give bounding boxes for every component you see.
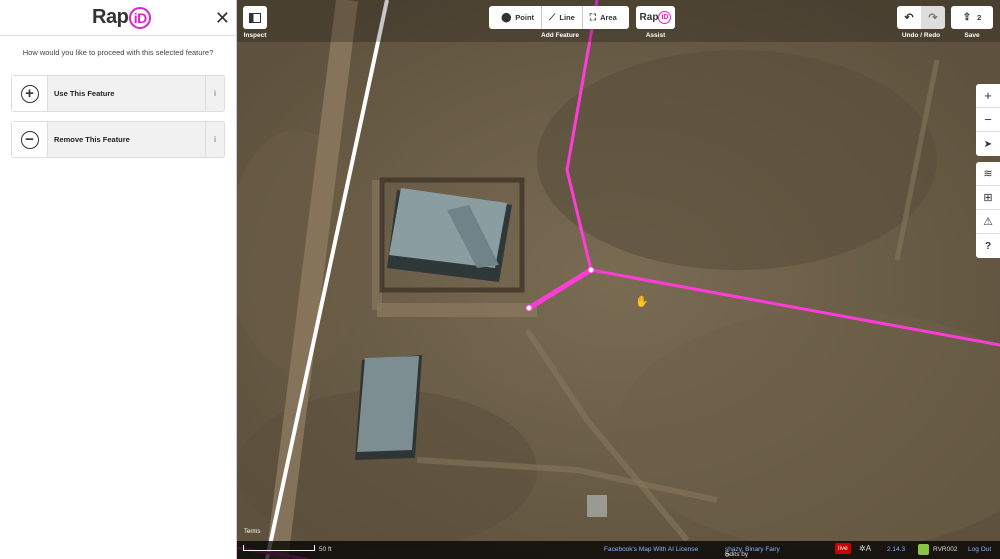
version-link[interactable]: 2.14.3 — [887, 546, 905, 553]
edits-by-label: Edits by — [725, 551, 749, 558]
help-icon[interactable]: ? — [985, 241, 991, 252]
save-count[interactable]: 2 — [977, 13, 981, 22]
save-button[interactable]: ⇪ 2 — [951, 6, 993, 29]
inspect-button[interactable] — [243, 6, 267, 29]
remove-feature-label[interactable]: Remove This Feature — [48, 122, 205, 157]
scale-label[interactable]: 50 ft — [319, 546, 332, 553]
point-icon[interactable]: ⬤ — [501, 12, 511, 23]
bug-icon[interactable]: ✲A — [859, 544, 871, 553]
assist-logo-text[interactable]: Rap — [640, 12, 659, 23]
close-button[interactable]: ✕ — [215, 9, 230, 27]
scale-bar[interactable] — [243, 545, 315, 551]
info-icon[interactable]: i — [205, 122, 224, 157]
remove-feature-button[interactable]: − Remove This Feature i — [11, 121, 225, 158]
satellite-imagery[interactable]: ✋ — [237, 0, 1000, 559]
map-data-icon[interactable]: ⊞ — [983, 191, 992, 204]
locate-arrow-icon[interactable]: ➤ — [984, 139, 992, 150]
add-area-button[interactable]: ⛶ Area — [583, 6, 624, 29]
minus-circle-icon[interactable]: − — [20, 130, 39, 149]
plus-circle-icon[interactable]: + — [20, 84, 39, 103]
warning-icon[interactable]: ⚠ — [983, 215, 993, 228]
add-line-button[interactable]: ⟋ Line — [542, 6, 583, 29]
info-icon[interactable]: i — [205, 76, 224, 111]
issues-button[interactable]: ⚠ — [976, 210, 1000, 234]
rapid-logo: Rap iD — [92, 6, 152, 29]
layers-icon[interactable]: ≋ — [983, 167, 992, 180]
edits-prefix-text: ⟳ Edits by shazy, Binary Fairy — [725, 546, 780, 559]
area-label[interactable]: Area — [600, 13, 617, 22]
logo-id-badge: iD — [129, 6, 152, 29]
close-icon[interactable]: ✕ — [215, 8, 230, 28]
remove-feature-icon-box[interactable]: − — [12, 122, 48, 157]
area-icon[interactable]: ⛶ — [590, 12, 596, 23]
upload-icon[interactable]: ⇪ — [963, 12, 971, 23]
version-text[interactable]: 2.14.3 — [887, 546, 905, 553]
logo-text: Rap — [92, 6, 129, 28]
proceed-prompt: How would you like to proceed with this … — [22, 48, 214, 57]
inspect-label: Inspect — [243, 32, 267, 39]
hand-cursor-icon: ✋ — [635, 295, 649, 308]
undo-icon[interactable]: ↶ — [904, 11, 913, 24]
add-feature-group: ⬤ Point ⟋ Line ⛶ Area — [489, 6, 629, 29]
live-badge: live — [835, 543, 851, 554]
undo-redo-label: Undo / Redo — [901, 32, 941, 39]
help-button[interactable]: ? — [976, 234, 1000, 258]
use-feature-icon-box[interactable]: + — [12, 76, 48, 111]
map-data-button[interactable]: ⊞ — [976, 186, 1000, 210]
background-button[interactable]: ≋ — [976, 162, 1000, 186]
assist-label: Assist — [645, 32, 666, 39]
map-nav-controls: + − ➤ — [976, 84, 1000, 156]
assist-logo-id[interactable]: iD — [658, 11, 672, 24]
point-label[interactable]: Point — [515, 13, 534, 22]
geolocate-button[interactable]: ➤ — [976, 132, 1000, 156]
use-feature-label[interactable]: Use This Feature — [48, 76, 205, 111]
undo-button[interactable]: ↶ — [897, 6, 921, 29]
user-avatar[interactable] — [918, 544, 929, 555]
logout-link[interactable]: Log Out — [968, 546, 991, 553]
sidebar-header: Rap iD ✕ — [0, 0, 236, 36]
map-footer: 50 ft Facebook's Map With AI License ⟳ E… — [237, 541, 1000, 559]
save-label: Save — [964, 32, 980, 39]
zoom-out-button[interactable]: − — [976, 108, 1000, 132]
license-link[interactable]: Facebook's Map With AI License — [604, 546, 698, 553]
map-canvas[interactable]: ✋ — [237, 0, 1000, 559]
assist-button[interactable]: Rap iD — [636, 6, 675, 29]
username[interactable]: RVR002 — [933, 546, 957, 553]
line-icon[interactable]: ⟋ — [549, 12, 555, 23]
map-panel-controls: ≋ ⊞ ⚠ ? — [976, 162, 1000, 258]
sidebar: Rap iD ✕ How would you like to proceed wi… — [0, 0, 237, 559]
add-feature-label: Add Feature — [541, 32, 579, 39]
use-feature-button[interactable]: + Use This Feature i — [11, 75, 225, 112]
redo-icon[interactable]: ↷ — [928, 11, 937, 24]
line-label[interactable]: Line — [559, 13, 574, 22]
terms-link[interactable]: Terms — [244, 529, 260, 535]
add-point-button[interactable]: ⬤ Point — [494, 6, 543, 29]
zoom-in-button[interactable]: + — [976, 84, 1000, 108]
sidebar-toggle-icon[interactable] — [249, 12, 261, 23]
redo-button[interactable]: ↷ — [921, 6, 945, 29]
